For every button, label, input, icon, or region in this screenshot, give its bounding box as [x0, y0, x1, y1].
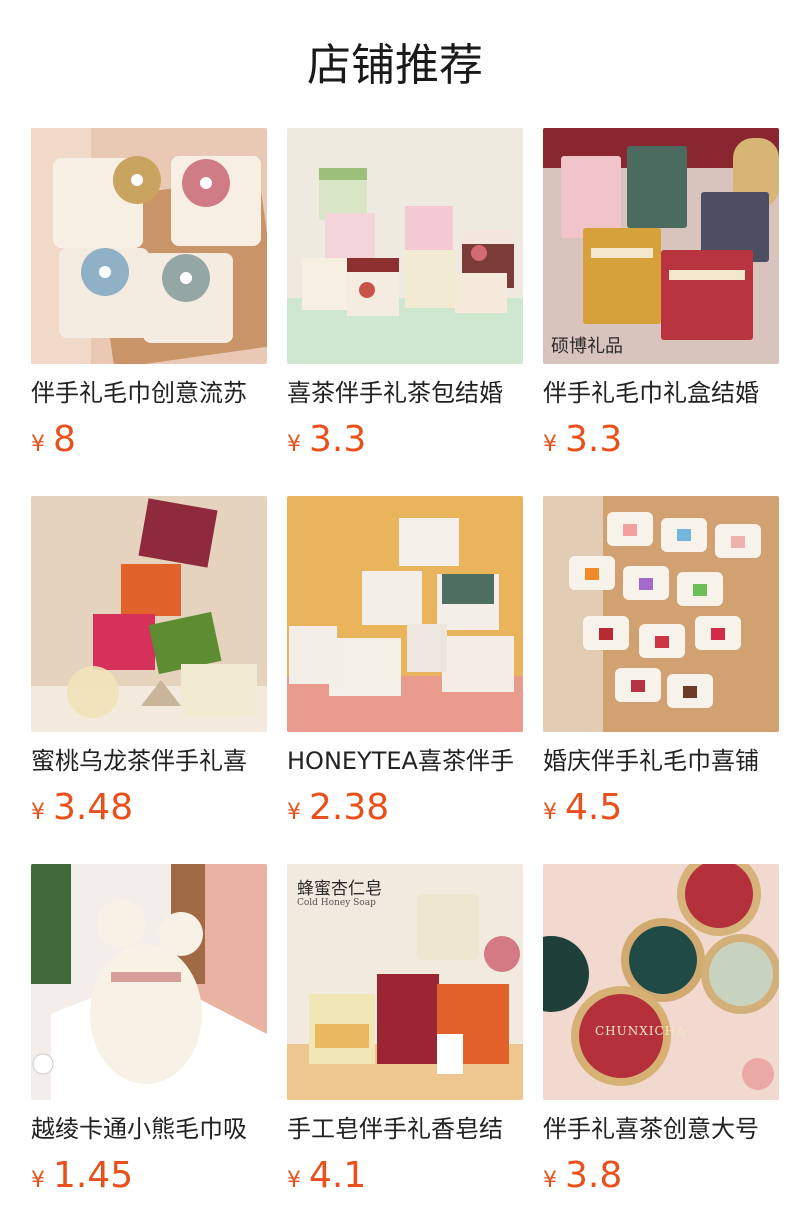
currency-symbol: ¥	[31, 432, 45, 457]
image-watermark: 硕博礼品	[551, 336, 623, 357]
image-subtext: Cold Honey Soap	[297, 898, 376, 908]
product-price: ¥ 2.38	[287, 788, 523, 828]
product-image[interactable]	[31, 128, 267, 364]
image-text: 蜂蜜杏仁皂	[297, 879, 382, 899]
price-value: 8	[53, 419, 76, 460]
product-card[interactable]: 伴手礼毛巾创意流苏 ¥ 8	[31, 128, 267, 496]
product-name[interactable]: 伴手礼毛巾创意流苏	[31, 376, 267, 410]
product-name[interactable]: 伴手礼喜茶创意大号	[543, 1112, 779, 1146]
price-value: 4.5	[565, 787, 623, 828]
product-price: ¥ 3.3	[287, 420, 523, 460]
price-value: 3.48	[53, 787, 134, 828]
product-card[interactable]: 婚庆伴手礼毛巾喜铺 ¥ 4.5	[543, 496, 779, 864]
product-image[interactable]	[31, 496, 267, 732]
product-name[interactable]: 喜茶伴手礼茶包结婚	[287, 376, 523, 410]
price-value: 3.3	[309, 419, 367, 460]
product-price: ¥ 8	[31, 420, 267, 460]
store-recommendations-page: 店铺推荐 伴手礼毛巾创意流苏 ¥ 8 喜茶伴手礼茶包结婚 ¥ 3.3 硕博礼品 …	[0, 0, 790, 1232]
product-price: ¥ 1.45	[31, 1156, 267, 1196]
product-name[interactable]: 伴手礼毛巾礼盒结婚	[543, 376, 779, 410]
product-card[interactable]: 越绫卡通小熊毛巾吸 ¥ 1.45	[31, 864, 267, 1232]
product-name[interactable]: 蜜桃乌龙茶伴手礼喜	[31, 744, 267, 778]
product-price: ¥ 3.3	[543, 420, 779, 460]
price-value: 1.45	[53, 1155, 134, 1196]
currency-symbol: ¥	[287, 800, 301, 825]
product-name[interactable]: 手工皂伴手礼香皂结	[287, 1112, 523, 1146]
price-value: 3.3	[565, 419, 623, 460]
product-image[interactable]	[287, 496, 523, 732]
product-card[interactable]: 蜂蜜杏仁皂 Cold Honey Soap 手工皂伴手礼香皂结 ¥ 4.1	[287, 864, 523, 1232]
product-name[interactable]: HONEYTEA喜茶伴手	[287, 744, 523, 778]
currency-symbol: ¥	[543, 800, 557, 825]
product-card[interactable]: 喜茶伴手礼茶包结婚 ¥ 3.3	[287, 128, 523, 496]
product-card[interactable]: HONEYTEA喜茶伴手 ¥ 2.38	[287, 496, 523, 864]
product-card[interactable]: 蜜桃乌龙茶伴手礼喜 ¥ 3.48	[31, 496, 267, 864]
product-price: ¥ 4.5	[543, 788, 779, 828]
currency-symbol: ¥	[31, 800, 45, 825]
product-card[interactable]: CHUNXICHA 伴手礼喜茶创意大号 ¥ 3.8	[543, 864, 779, 1232]
product-image[interactable]	[31, 864, 267, 1100]
product-image[interactable]: 蜂蜜杏仁皂 Cold Honey Soap	[287, 864, 523, 1100]
product-price: ¥ 4.1	[287, 1156, 523, 1196]
currency-symbol: ¥	[287, 1168, 301, 1193]
image-text: CHUNXICHA	[595, 1024, 686, 1038]
product-image[interactable]: CHUNXICHA	[543, 864, 779, 1100]
product-card[interactable]: 硕博礼品 伴手礼毛巾礼盒结婚 ¥ 3.3	[543, 128, 779, 496]
price-value: 3.8	[565, 1155, 623, 1196]
product-price: ¥ 3.48	[31, 788, 267, 828]
currency-symbol: ¥	[287, 432, 301, 457]
currency-symbol: ¥	[543, 1168, 557, 1193]
section-title: 店铺推荐	[307, 40, 483, 91]
product-image[interactable]	[287, 128, 523, 364]
product-price: ¥ 3.8	[543, 1156, 779, 1196]
product-image[interactable]	[543, 496, 779, 732]
currency-symbol: ¥	[543, 432, 557, 457]
price-value: 4.1	[309, 1155, 367, 1196]
price-value: 2.38	[309, 787, 390, 828]
product-grid: 伴手礼毛巾创意流苏 ¥ 8 喜茶伴手礼茶包结婚 ¥ 3.3 硕博礼品 伴手礼毛巾…	[31, 128, 779, 1232]
product-name[interactable]: 婚庆伴手礼毛巾喜铺	[543, 744, 779, 778]
currency-symbol: ¥	[31, 1168, 45, 1193]
product-name[interactable]: 越绫卡通小熊毛巾吸	[31, 1112, 267, 1146]
product-image[interactable]: 硕博礼品	[543, 128, 779, 364]
